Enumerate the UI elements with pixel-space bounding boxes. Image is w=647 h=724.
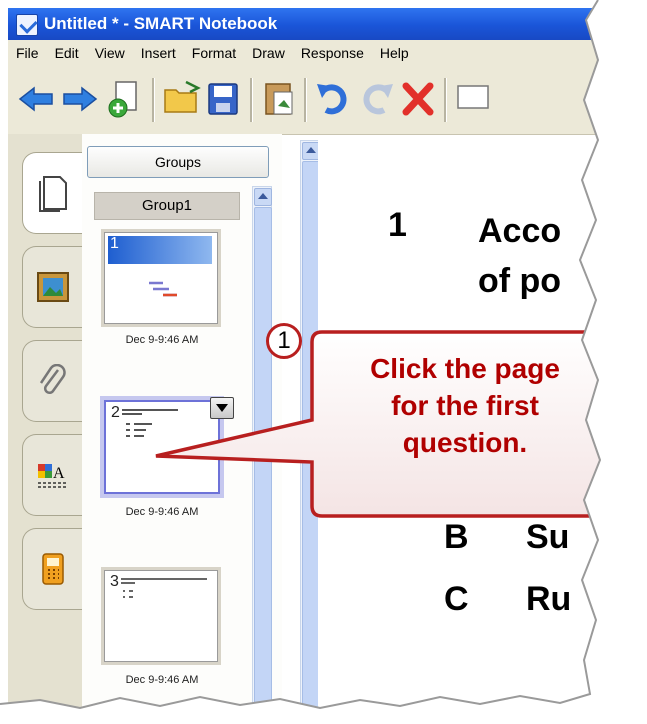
thumb-content-icon (121, 578, 207, 598)
page-date: Dec 9-9:46 AM (125, 334, 199, 346)
toolbar (8, 66, 598, 135)
page-date: Dec 9-9:46 AM (125, 674, 199, 686)
page-thumbnail-1[interactable]: 1 (104, 232, 218, 324)
toolbar-separator (444, 78, 447, 122)
response-tab[interactable] (22, 528, 83, 610)
response-icon (42, 553, 64, 585)
thumb-banner (108, 236, 212, 264)
sorter-scrollbar[interactable] (252, 186, 272, 724)
window-title: Untitled * - SMART Notebook (44, 14, 278, 33)
question-line: Acco (478, 212, 562, 250)
page-sorter-tab[interactable] (22, 152, 83, 234)
thumb-content-icon (149, 281, 177, 297)
gallery-icon (37, 272, 69, 302)
paste-icon[interactable] (260, 76, 300, 122)
callout-line: Click the page (370, 353, 560, 384)
callout-line: for the first (391, 390, 539, 421)
side-tab-panel: A (8, 134, 83, 724)
menu-response[interactable]: Response (293, 45, 372, 61)
toolbar-separator (250, 78, 253, 122)
forward-icon[interactable] (60, 76, 100, 122)
undo-icon[interactable] (314, 76, 354, 122)
app-window: Untitled * - SMART Notebook File Edit Vi… (0, 0, 647, 724)
menu-help[interactable]: Help (372, 45, 417, 61)
page-number: 1 (110, 235, 119, 252)
answer-text: Su (526, 518, 570, 556)
redo-icon[interactable] (356, 76, 396, 122)
title-bar[interactable]: Untitled * - SMART Notebook (8, 8, 598, 40)
attachments-tab[interactable] (22, 340, 83, 422)
answer-letter: B (444, 518, 469, 556)
group-label[interactable]: Group1 (94, 192, 240, 220)
menu-insert[interactable]: Insert (133, 45, 184, 61)
thumb-content-icon (122, 409, 178, 437)
page-thumbnail-2[interactable]: 2 (104, 400, 220, 494)
question-number: 1 (388, 206, 407, 244)
attachments-icon (39, 364, 66, 394)
callout-line: question. (402, 427, 528, 458)
app-logo-icon (16, 14, 38, 36)
save-icon[interactable] (204, 76, 244, 122)
question-text: Acco of po (478, 206, 647, 306)
page-thumbnail-3[interactable]: 3 (104, 570, 218, 662)
page-menu-dropdown-button[interactable] (210, 397, 234, 419)
menu-file[interactable]: File (8, 45, 47, 61)
delete-icon[interactable] (398, 76, 438, 122)
page-sorter-icon (39, 176, 67, 212)
callout-text: Click the page for the first question. (290, 350, 640, 461)
answer-text: Ru (526, 580, 572, 618)
answer-letter: C (444, 580, 469, 618)
gallery-tab[interactable] (22, 246, 83, 328)
page-number: 2 (111, 404, 120, 421)
svg-text:A: A (53, 465, 65, 482)
toolbar-separator (152, 78, 155, 122)
question-line: of po (478, 262, 562, 300)
menu-format[interactable]: Format (184, 45, 244, 61)
menu-view[interactable]: View (87, 45, 133, 61)
scroll-thumb[interactable] (254, 207, 272, 709)
toolbar-separator (304, 78, 307, 122)
menu-edit[interactable]: Edit (47, 45, 87, 61)
scroll-up-icon[interactable] (254, 188, 272, 206)
add-page-icon[interactable] (104, 76, 144, 122)
groups-button[interactable]: Groups (87, 146, 269, 178)
page-date: Dec 9-9:46 AM (125, 506, 199, 518)
properties-icon: A (38, 464, 68, 488)
page-number: 3 (110, 573, 119, 590)
open-icon[interactable] (162, 76, 202, 122)
menu-bar: File Edit View Insert Format Draw Respon… (8, 40, 598, 67)
back-icon[interactable] (16, 76, 56, 122)
properties-tab[interactable]: A (22, 434, 83, 516)
menu-draw[interactable]: Draw (244, 45, 293, 61)
screen-icon[interactable] (454, 76, 494, 122)
